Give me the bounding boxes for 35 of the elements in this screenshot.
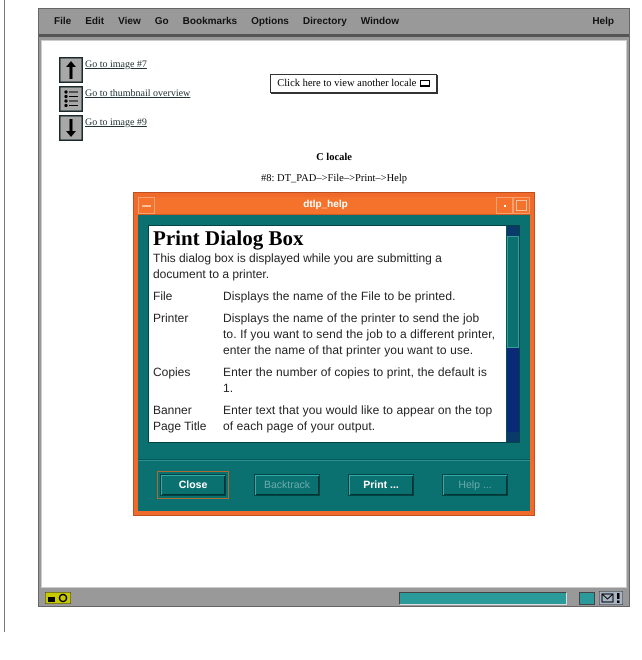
status-indicator (579, 592, 595, 604)
dialog-button[interactable]: Print ... (348, 474, 414, 496)
list-icon[interactable] (59, 86, 83, 112)
field-term: File (153, 288, 174, 304)
menu-item[interactable]: Bookmarks (176, 16, 244, 27)
field-description: Enter the number of copies to print, the default is 1. (223, 364, 488, 396)
help-title: Print Dialog Box (153, 226, 304, 250)
field-description: Displays the name of the File to be printed. (223, 288, 457, 304)
scroll-bar[interactable] (506, 226, 519, 442)
mail-icon[interactable] (599, 591, 623, 605)
help-paragraph: This dialog box is displayed while you are submitting a document to a printer. (153, 250, 443, 282)
down-arrow-icon[interactable] (59, 115, 83, 141)
field-term: Printer (153, 310, 190, 327)
field-description: Displays the name of the printer to send the job to. If you want to send the job to a different printer, enter the name of that printer you want to use. (223, 310, 496, 358)
window-title: dtlp_help (302, 198, 349, 212)
menu-item[interactable]: Options (244, 16, 296, 27)
nav-link[interactable]: Go to thumbnail overview (85, 88, 190, 99)
menu-item[interactable]: Directory (296, 16, 354, 27)
locale-heading: C locale (315, 152, 353, 163)
dialog-button[interactable]: Close (160, 474, 226, 496)
field-term: Banner Page Title (153, 402, 208, 434)
security-icon[interactable] (45, 592, 71, 604)
nav-link[interactable]: Go to image #7 (85, 59, 147, 70)
menu-item[interactable]: Edit (78, 16, 112, 27)
field-description: Enter text that you would like to appear on the top of each page of your output. (223, 402, 494, 434)
field-term: Copies (153, 364, 192, 381)
nav-link[interactable]: Go to image #9 (85, 117, 147, 128)
menu-item[interactable]: File (47, 16, 78, 27)
menu-item[interactable]: View (111, 16, 148, 27)
menu-item[interactable]: Help (585, 16, 621, 27)
image-caption: #8: DT_PAD–>File–>Print–>Help (260, 173, 408, 184)
up-arrow-icon[interactable] (59, 57, 83, 83)
menu-item[interactable]: Window (354, 16, 406, 27)
locale-button[interactable]: Click here to view another locale (270, 74, 438, 93)
menu-item[interactable]: Go (148, 16, 176, 27)
